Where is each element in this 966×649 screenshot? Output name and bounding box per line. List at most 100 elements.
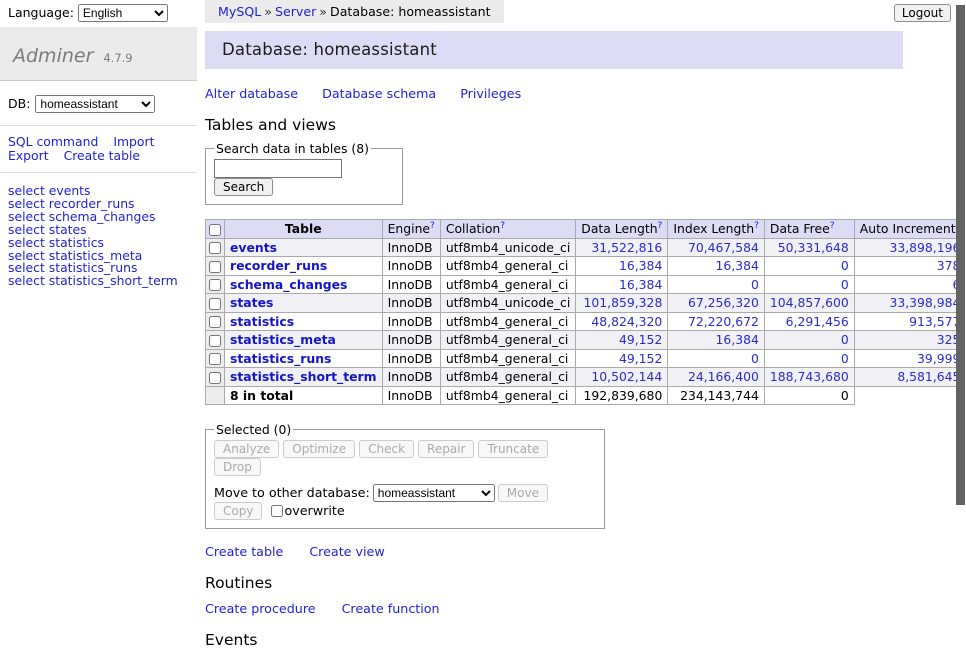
table-link-states[interactable]: states (230, 295, 273, 310)
link-create-procedure[interactable]: Create procedure (205, 601, 316, 616)
move-db-select[interactable]: homeassistant (373, 484, 495, 502)
row-checkbox[interactable] (209, 261, 221, 273)
adminer-brand: Adminer 4.7.9 (0, 27, 197, 81)
auto-increment-cell[interactable]: 39,999 (854, 349, 966, 368)
breadcrumb-mysql[interactable]: MySQL (218, 4, 261, 19)
overwrite-checkbox[interactable] (271, 505, 283, 517)
data-length-cell[interactable]: 48,824,320 (576, 312, 668, 331)
row-checkbox[interactable] (209, 335, 221, 347)
sidebar-item-select-statistics-short-term[interactable]: select statistics_short_term (8, 275, 189, 288)
check-button[interactable]: Check (359, 440, 414, 458)
row-checkbox[interactable] (209, 372, 221, 384)
sidebar-link-create-table[interactable]: Create table (64, 148, 141, 163)
scrollbar-thumb[interactable] (956, 5, 965, 505)
table-link-statistics[interactable]: statistics (230, 314, 294, 329)
total-engine-cell: InnoDB (382, 386, 440, 404)
data-length-cell[interactable]: 10,502,144 (576, 368, 668, 387)
total-checkbox-cell (206, 386, 225, 404)
analyze-button[interactable]: Analyze (214, 440, 279, 458)
help-link[interactable]: ? (500, 221, 505, 231)
table-link-statistics-runs[interactable]: statistics_runs (230, 351, 331, 366)
data-free-cell[interactable]: 188,743,680 (764, 368, 854, 387)
help-link[interactable]: ? (830, 221, 835, 231)
data-length-cell[interactable]: 31,522,816 (576, 238, 668, 257)
table-link-events[interactable]: events (230, 240, 277, 255)
table-row: recorder_runsInnoDButf8mb4_general_ci16,… (206, 257, 966, 276)
table-link-statistics-short-term[interactable]: statistics_short_term (230, 369, 377, 384)
drop-button[interactable]: Drop (214, 458, 261, 476)
data-free-cell[interactable]: 0 (764, 275, 854, 294)
data-free-cell[interactable]: 0 (764, 257, 854, 276)
data-length-cell[interactable]: 16,384 (576, 275, 668, 294)
help-link[interactable]: ? (754, 221, 759, 231)
index-length-cell[interactable]: 0 (668, 349, 765, 368)
routines-heading: Routines (205, 574, 952, 592)
index-length-cell[interactable]: 16,384 (668, 331, 765, 350)
row-checkbox[interactable] (209, 298, 221, 310)
breadcrumb-server[interactable]: Server (275, 4, 316, 19)
table-name-cell: schema_changes (225, 275, 383, 294)
link-database-schema[interactable]: Database schema (322, 86, 436, 101)
data-length-cell[interactable]: 49,152 (576, 331, 668, 350)
index-length-cell[interactable]: 0 (668, 275, 765, 294)
data-free-cell[interactable]: 104,857,600 (764, 294, 854, 313)
language-select[interactable]: English (78, 4, 168, 22)
scrollbar-track[interactable] (956, 0, 966, 543)
routine-links: Create procedure Create function (205, 601, 952, 616)
auto-increment-cell[interactable]: 8,581,645 (854, 368, 966, 387)
auto-increment-cell[interactable]: 6 (854, 275, 966, 294)
table-name-cell: statistics_short_term (225, 368, 383, 387)
table-link-schema-changes[interactable]: schema_changes (230, 277, 347, 292)
index-length-cell[interactable]: 24,166,400 (668, 368, 765, 387)
collation-cell: utf8mb4_general_ci (440, 331, 575, 350)
auto-increment-cell[interactable]: 325 (854, 331, 966, 350)
table-link-statistics-meta[interactable]: statistics_meta (230, 332, 336, 347)
move-button[interactable]: Move (498, 484, 548, 502)
row-checkbox[interactable] (209, 316, 221, 328)
header-checkbox-cell (206, 220, 225, 239)
help-link[interactable]: ? (658, 221, 663, 231)
row-checkbox[interactable] (209, 353, 221, 365)
auto-increment-cell[interactable]: 33,898,196 (854, 238, 966, 257)
link-create-view[interactable]: Create view (309, 544, 384, 559)
data-length-cell[interactable]: 16,384 (576, 257, 668, 276)
auto-increment-cell[interactable]: 378 (854, 257, 966, 276)
optimize-button[interactable]: Optimize (283, 440, 355, 458)
index-length-cell[interactable]: 67,256,320 (668, 294, 765, 313)
data-free-cell[interactable]: 6,291,456 (764, 312, 854, 331)
selected-buttons: AnalyzeOptimizeCheckRepairTruncate Drop (214, 440, 596, 476)
auto-increment-cell[interactable]: 913,577 (854, 312, 966, 331)
data-free-cell[interactable]: 0 (764, 349, 854, 368)
index-length-cell[interactable]: 72,220,672 (668, 312, 765, 331)
link-alter-database[interactable]: Alter database (205, 86, 298, 101)
index-length-cell[interactable]: 70,467,584 (668, 238, 765, 257)
table-row: statistics_metaInnoDButf8mb4_general_ci4… (206, 331, 966, 350)
search-button[interactable]: Search (214, 178, 273, 196)
sidebar-link-export[interactable]: Export (8, 148, 49, 163)
link-create-table[interactable]: Create table (205, 544, 283, 559)
data-free-cell[interactable]: 50,331,648 (764, 238, 854, 257)
language-label: Language: (8, 5, 74, 20)
table-body: eventsInnoDButf8mb4_unicode_ci31,522,816… (206, 238, 966, 404)
sidebar-link-sql-command[interactable]: SQL command (8, 134, 98, 149)
data-free-cell[interactable]: 0 (764, 331, 854, 350)
data-length-cell[interactable]: 101,859,328 (576, 294, 668, 313)
row-checkbox[interactable] (209, 279, 221, 291)
auto-increment-cell[interactable]: 33,398,984 (854, 294, 966, 313)
help-link[interactable]: ? (430, 221, 435, 231)
index-length-cell[interactable]: 16,384 (668, 257, 765, 276)
search-input[interactable] (214, 159, 342, 178)
copy-button[interactable]: Copy (214, 502, 262, 520)
row-checkbox[interactable] (209, 242, 221, 254)
db-select[interactable]: homeassistant (35, 95, 155, 113)
select-all-checkbox[interactable] (209, 224, 221, 236)
data-length-cell[interactable]: 49,152 (576, 349, 668, 368)
adminer-logo: Adminer (13, 45, 93, 67)
table-link-recorder-runs[interactable]: recorder_runs (230, 258, 327, 273)
link-privileges[interactable]: Privileges (460, 86, 521, 101)
link-create-function[interactable]: Create function (342, 601, 440, 616)
sidebar-link-import[interactable]: Import (113, 134, 154, 149)
repair-button[interactable]: Repair (418, 440, 474, 458)
truncate-button[interactable]: Truncate (478, 440, 548, 458)
overwrite-label: overwrite (284, 503, 344, 518)
